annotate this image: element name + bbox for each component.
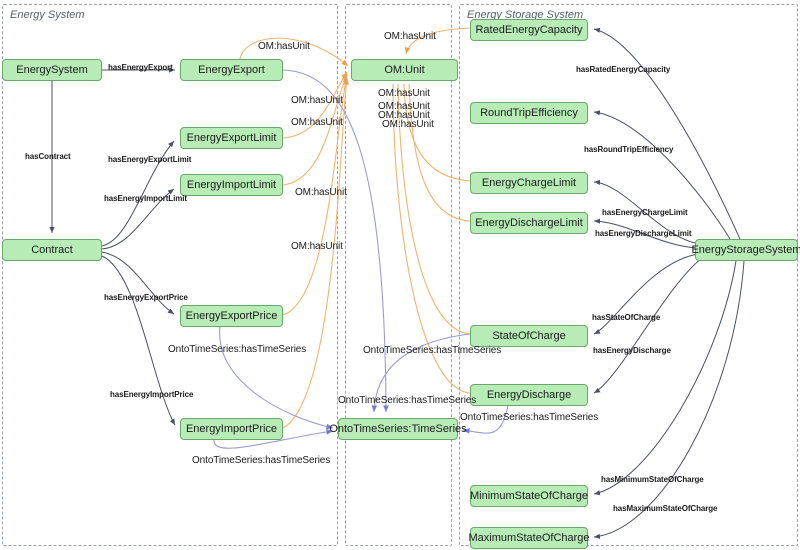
diagram-canvas: Energy System Energy Storage System Ener… [0,0,800,550]
container-label-energy-system: Energy System [10,9,85,21]
lbl-hasEnergyExportLimit: hasEnergyExportLimit [108,155,192,164]
node-EnergyImportLimit[interactable]: EnergyImportLimit [180,174,283,196]
container-middle [345,4,452,546]
node-MaximumStateOfCharge[interactable]: MaximumStateOfCharge [468,527,590,549]
node-EnergySystem[interactable]: EnergySystem [2,59,102,81]
node-MinimumStateOfCharge[interactable]: MinimumStateOfCharge [470,485,588,507]
lbl-unit-2: OM:hasUnit [291,117,343,128]
container-energy-storage-system [459,4,798,546]
lbl-hasEnergyDischargeLimit: hasEnergyDischargeLimit [595,229,692,238]
node-TimeSeries[interactable]: OntoTimeSeries:TimeSeries [329,418,467,440]
lbl-hasRoundTripEfficiency: hasRoundTripEfficiency [584,145,674,154]
node-OMUnit[interactable]: OM:Unit [351,59,458,81]
lbl-hasEnergyExportPrice: hasEnergyExportPrice [104,293,188,302]
lbl-unit-c4: OM:hasUnit [382,119,434,130]
lbl-hasEnergyImportLimit: hasEnergyImportLimit [104,194,187,203]
node-Contract[interactable]: Contract [2,239,102,261]
lbl-ts-mid: OntoTimeSeries:hasTimeSeries [338,395,477,406]
lbl-hasEnergyImportPrice: hasEnergyImportPrice [110,390,194,399]
lbl-unit-export: OM:hasUnit [258,41,310,52]
lbl-ts-exportprice: OntoTimeSeries:hasTimeSeries [168,344,307,355]
node-EnergyChargeLimit[interactable]: EnergyChargeLimit [470,172,588,194]
lbl-ts-importprice: OntoTimeSeries:hasTimeSeries [192,455,331,466]
lbl-hasMinimumStateOfCharge: hasMinimumStateOfCharge [601,475,704,484]
lbl-hasEnergyDischarge: hasEnergyDischarge [593,346,671,355]
node-EnergyDischarge[interactable]: EnergyDischarge [470,384,588,406]
lbl-hasEnergyExport: hasEnergyExport [108,63,173,72]
node-EnergyExportLimit[interactable]: EnergyExportLimit [180,127,283,149]
lbl-unit-c1: OM:hasUnit [378,88,430,99]
lbl-unit-3: OM:hasUnit [295,187,347,198]
node-EnergyDischargeLimit[interactable]: EnergyDischargeLimit [470,212,588,234]
lbl-ts-soc: OntoTimeSeries:hasTimeSeries [363,345,502,356]
node-EnergyImportPrice[interactable]: EnergyImportPrice [180,418,283,440]
lbl-hasContract: hasContract [25,152,71,161]
node-RatedEnergyCapacity[interactable]: RatedEnergyCapacity [470,19,588,41]
node-EnergyExportPrice[interactable]: EnergyExportPrice [180,305,283,327]
node-RoundTripEfficiency[interactable]: RoundTripEfficiency [470,102,588,124]
node-EnergyExport[interactable]: EnergyExport [180,59,283,81]
node-StateOfCharge[interactable]: StateOfCharge [470,325,588,347]
lbl-hasEnergyChargeLimit: hasEnergyChargeLimit [602,208,688,217]
lbl-hasMaximumStateOfCharge: hasMaximumStateOfCharge [613,504,718,513]
lbl-hasStateOfCharge: hasStateOfCharge [592,313,661,322]
lbl-unit-top: OM:hasUnit [384,31,436,42]
node-EnergyStorageSystem[interactable]: EnergyStorageSystem [691,239,800,261]
lbl-ts-discharge: OntoTimeSeries:hasTimeSeries [460,412,599,423]
lbl-unit-1: OM:hasUnit [291,95,343,106]
lbl-hasRatedEnergyCapacity: hasRatedEnergyCapacity [576,65,671,74]
lbl-unit-4: OM:hasUnit [291,241,343,252]
